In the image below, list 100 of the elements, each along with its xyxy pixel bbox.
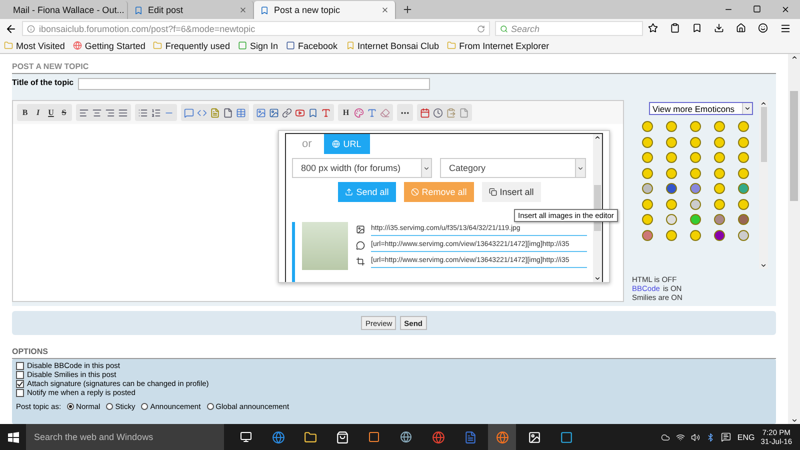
language-indicator[interactable]: ENG	[737, 432, 755, 442]
smiley-icon[interactable]	[666, 230, 676, 240]
smiley-icon[interactable]	[738, 121, 748, 132]
smiley-icon[interactable]	[642, 214, 652, 225]
notification-icon[interactable]	[721, 432, 732, 442]
bookmark-link[interactable]: Getting Started	[72, 40, 146, 50]
page-button[interactable]	[222, 106, 234, 119]
face-icon[interactable]	[758, 23, 768, 33]
wifi-icon[interactable]	[676, 432, 686, 442]
bookmark-link[interactable]: Most Visited	[4, 40, 65, 50]
bookmark-icon[interactable]	[692, 23, 702, 33]
checkbox[interactable]	[16, 362, 24, 370]
address-field[interactable]: ibonsaiclub.forumotion.com/post?f=6&mode=newtopic	[22, 21, 490, 36]
smiley-icon[interactable]	[738, 230, 748, 240]
emoticons-select[interactable]: View more Emoticons	[648, 102, 752, 115]
smiley-icon[interactable]	[714, 198, 724, 210]
smiley-icon[interactable]	[714, 230, 724, 240]
eraser-button[interactable]	[379, 106, 391, 119]
smiley-icon[interactable]	[714, 152, 724, 163]
taskbar-search-field[interactable]: Search the web and Windows	[26, 424, 224, 450]
smiley-icon[interactable]	[690, 152, 700, 163]
quote-button[interactable]	[183, 106, 195, 119]
scroll-up-icon[interactable]	[790, 54, 798, 61]
smiley-icon[interactable]	[642, 152, 652, 163]
smiley-icon[interactable]	[690, 230, 700, 240]
format-button[interactable]: B	[19, 106, 31, 119]
color-button[interactable]	[353, 106, 365, 119]
bookmark-link[interactable]: From Internet Explorer	[447, 40, 550, 50]
smiley-icon[interactable]	[690, 214, 700, 225]
bookmark-link[interactable]: Facebook	[286, 40, 338, 50]
smiley-icon[interactable]	[642, 168, 652, 178]
smiley-icon[interactable]	[666, 198, 676, 210]
smiley-icon[interactable]	[714, 121, 724, 132]
smiley-icon[interactable]	[666, 136, 676, 148]
smiley-icon[interactable]	[642, 183, 652, 194]
back-icon[interactable]	[5, 22, 17, 34]
smiley-icon[interactable]	[738, 198, 748, 210]
category-select[interactable]: Category	[440, 158, 586, 178]
scroll-down-icon[interactable]	[594, 275, 601, 282]
scroll-up-icon[interactable]	[594, 134, 601, 141]
download-icon[interactable]	[714, 23, 724, 33]
title-input[interactable]	[78, 78, 430, 90]
scroll-down-icon[interactable]	[760, 262, 767, 269]
clipboard-icon[interactable]	[670, 23, 680, 33]
scroll-down-icon[interactable]	[790, 417, 798, 424]
smiley-icon[interactable]	[714, 214, 724, 225]
smiley-icon[interactable]	[690, 198, 700, 210]
bluetooth-icon[interactable]	[706, 432, 716, 442]
smiley-icon[interactable]	[738, 183, 748, 194]
heading-button[interactable]: H	[340, 106, 352, 119]
clock-button[interactable]	[432, 106, 444, 119]
bookmark-link[interactable]: Sign In	[238, 40, 278, 50]
menu-icon[interactable]	[780, 23, 791, 34]
smiley-icon[interactable]	[666, 183, 676, 194]
document-button[interactable]	[209, 106, 221, 119]
radio-button[interactable]	[206, 403, 214, 410]
smiley-icon[interactable]	[642, 136, 652, 148]
smiley-icon[interactable]	[666, 214, 676, 225]
radio-button[interactable]	[106, 403, 114, 410]
smiley-icon[interactable]	[690, 168, 700, 178]
smiley-icon[interactable]	[690, 121, 700, 132]
radio-button[interactable]	[67, 403, 74, 410]
format-button[interactable]: I	[32, 106, 44, 119]
home-icon[interactable]	[736, 23, 746, 33]
star-icon[interactable]	[648, 23, 658, 33]
smiley-icon[interactable]	[642, 230, 652, 240]
browser-tab[interactable]: Post a new topic	[254, 1, 396, 19]
scroll-up-icon[interactable]	[760, 100, 767, 107]
smiley-icon[interactable]	[642, 198, 652, 210]
cloud-icon[interactable]	[661, 432, 670, 442]
format-button[interactable]: U	[45, 106, 57, 119]
smiley-icon[interactable]	[738, 152, 748, 163]
checkbox[interactable]	[16, 370, 24, 378]
close-icon[interactable]	[781, 5, 790, 14]
format-button[interactable]: S	[58, 106, 70, 119]
smiley-icon[interactable]	[738, 168, 748, 178]
bookmark-link[interactable]: Frequently used	[153, 40, 230, 50]
checkbox[interactable]	[16, 380, 24, 388]
image-button[interactable]	[255, 106, 267, 119]
smiley-icon[interactable]	[642, 121, 652, 132]
smiley-icon[interactable]	[714, 168, 724, 178]
checkbox[interactable]	[16, 388, 24, 396]
blank-page-button[interactable]	[458, 106, 470, 119]
link-button[interactable]	[281, 106, 293, 119]
calendar-button[interactable]	[419, 106, 431, 119]
reload-icon[interactable]	[477, 24, 485, 32]
close-icon[interactable]	[381, 6, 389, 14]
radio-button[interactable]	[141, 403, 148, 410]
picture-button[interactable]	[268, 106, 280, 119]
smiley-icon[interactable]	[714, 136, 724, 148]
scrollbar-thumb[interactable]	[790, 91, 798, 201]
search-field[interactable]: Search	[495, 21, 643, 36]
size-select[interactable]: 800 px width (for forums)	[292, 158, 432, 178]
smiley-icon[interactable]	[666, 152, 676, 163]
maximize-icon[interactable]	[753, 5, 761, 13]
smiley-icon[interactable]	[738, 136, 748, 148]
smiley-icon[interactable]	[690, 136, 700, 148]
smiley-icon[interactable]	[738, 214, 748, 225]
smiley-icon[interactable]	[666, 121, 676, 132]
bookmark-link[interactable]: Internet Bonsai Club	[346, 40, 440, 50]
